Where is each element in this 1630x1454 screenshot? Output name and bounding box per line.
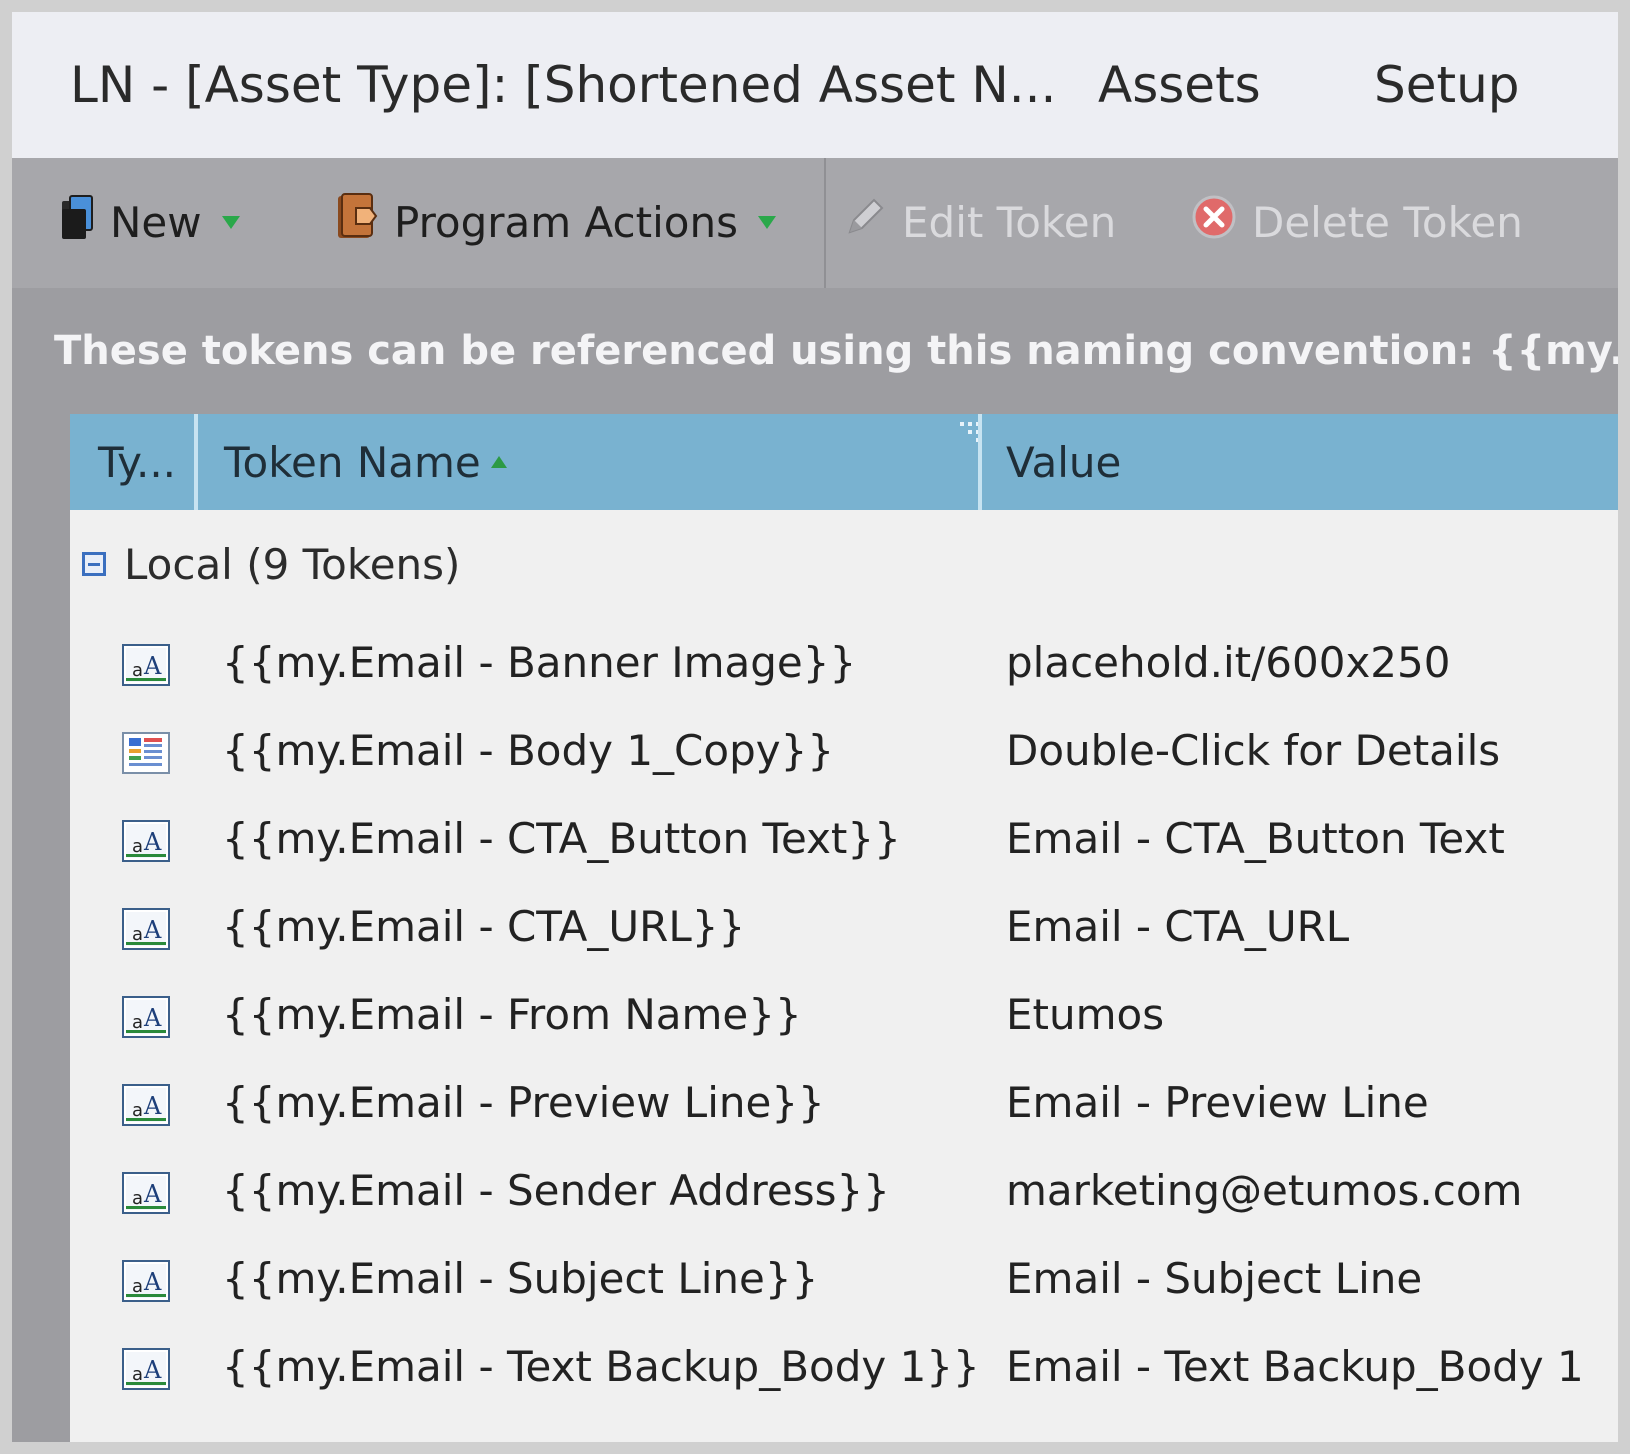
naming-convention-hint: These tokens can be referenced using thi… bbox=[54, 328, 1618, 374]
svg-text:A: A bbox=[143, 652, 162, 680]
token-name-cell: {{my.Email - Banner Image}} bbox=[222, 638, 857, 687]
rich-text-token-icon bbox=[122, 732, 170, 774]
token-name-cell: {{my.Email - Text Backup_Body 1}} bbox=[222, 1342, 980, 1391]
table-row[interactable]: a A {{my.Email - Sender Address}} marketing… bbox=[70, 1154, 1618, 1242]
svg-text:A: A bbox=[143, 1004, 162, 1032]
column-header-type[interactable]: Ty... bbox=[98, 414, 176, 510]
token-value-cell: Double-Click for Details bbox=[1006, 726, 1501, 775]
pencil-icon bbox=[842, 194, 888, 250]
token-grid: Ty... Token Name Value Local (9 Tokens) … bbox=[70, 414, 1618, 1442]
svg-text:a: a bbox=[132, 924, 143, 945]
token-name-cell: {{my.Email - Subject Line}} bbox=[222, 1254, 819, 1303]
token-value-cell: Email - CTA_Button Text bbox=[1006, 814, 1505, 863]
group-row-local[interactable]: Local (9 Tokens) bbox=[70, 524, 460, 604]
token-value-cell: Email - CTA_URL bbox=[1006, 902, 1350, 951]
svg-text:a: a bbox=[132, 1100, 143, 1121]
new-label: New bbox=[110, 197, 202, 247]
chevron-down-icon bbox=[757, 215, 776, 229]
table-row[interactable]: a A {{my.Email - Subject Line}} Email - Sub… bbox=[70, 1242, 1618, 1330]
table-row[interactable]: a A {{my.Email - Preview Line}} Email - Pre… bbox=[70, 1066, 1618, 1154]
table-row[interactable]: {{my.Email - Body 1_Copy}} Double-Click f… bbox=[70, 714, 1618, 802]
svg-text:a: a bbox=[132, 1012, 143, 1033]
token-value-cell: Email - Subject Line bbox=[1006, 1254, 1423, 1303]
token-name-cell: {{my.Email - Preview Line}} bbox=[222, 1078, 825, 1127]
text-token-icon: aA bbox=[122, 1172, 170, 1214]
table-row[interactable]: a A {{my.Email - Text Backup_Body 1}} Email… bbox=[70, 1330, 1618, 1418]
text-token-icon: aA bbox=[122, 1260, 170, 1302]
edit-token-label: Edit Token bbox=[902, 197, 1117, 247]
delete-x-icon bbox=[1190, 193, 1238, 251]
svg-text:A: A bbox=[143, 1092, 162, 1120]
svg-text:A: A bbox=[143, 1268, 162, 1296]
token-value-cell: Email - Text Backup_Body 1 bbox=[1006, 1342, 1584, 1391]
app-window: LN - [Asset Type]: [Shortened Asset N...… bbox=[12, 12, 1618, 1442]
svg-text:a: a bbox=[132, 1364, 143, 1385]
svg-text:A: A bbox=[143, 1180, 162, 1208]
token-value-cell: Email - Preview Line bbox=[1006, 1078, 1429, 1127]
table-row[interactable]: a A {{my.Email - From Name}} Etumos bbox=[70, 978, 1618, 1066]
svg-text:a: a bbox=[132, 836, 143, 857]
svg-text:A: A bbox=[143, 1356, 162, 1384]
text-token-icon: aA bbox=[122, 820, 170, 862]
column-header-value[interactable]: Value bbox=[1006, 414, 1121, 510]
table-row[interactable]: a A {{my.Email - CTA_Button Text}} Email - … bbox=[70, 802, 1618, 890]
delete-token-label: Delete Token bbox=[1252, 197, 1523, 247]
text-token-icon: aA bbox=[122, 1084, 170, 1126]
text-token-icon: aA bbox=[122, 908, 170, 950]
text-token-icon: aA bbox=[122, 1348, 170, 1390]
top-nav: LN - [Asset Type]: [Shortened Asset N...… bbox=[12, 12, 1618, 158]
token-name-cell: {{my.Email - CTA_URL}} bbox=[222, 902, 746, 951]
program-actions-button[interactable]: Program Actions bbox=[334, 192, 776, 252]
token-value-cell: placehold.it/600x250 bbox=[1006, 638, 1451, 687]
text-token-icon: aA bbox=[122, 644, 170, 686]
token-name-cell: {{my.Email - Body 1_Copy}} bbox=[222, 726, 835, 775]
column-divider[interactable] bbox=[978, 414, 982, 510]
token-name-cell: {{my.Email - From Name}} bbox=[222, 990, 802, 1039]
table-row[interactable]: a A {{my.Email - CTA_URL}} Email - CTA_URL bbox=[70, 890, 1618, 978]
svg-text:A: A bbox=[143, 828, 162, 856]
program-title[interactable]: LN - [Asset Type]: [Shortened Asset N... bbox=[70, 56, 1056, 114]
sort-ascending-icon bbox=[490, 456, 507, 468]
text-token-icon: aA bbox=[122, 996, 170, 1038]
chevron-down-icon bbox=[221, 215, 240, 229]
svg-text:a: a bbox=[132, 1276, 143, 1297]
program-actions-icon bbox=[334, 192, 380, 252]
svg-text:a: a bbox=[132, 1188, 143, 1209]
program-actions-label: Program Actions bbox=[394, 197, 738, 247]
delete-token-button[interactable]: Delete Token bbox=[1190, 194, 1523, 250]
new-document-icon bbox=[60, 193, 96, 251]
token-value-cell: Etumos bbox=[1006, 990, 1165, 1039]
svg-text:a: a bbox=[132, 660, 143, 681]
grid-header: Ty... Token Name Value bbox=[70, 414, 1618, 510]
token-value-cell: marketing@etumos.com bbox=[1006, 1166, 1523, 1215]
token-name-cell: {{my.Email - Sender Address}} bbox=[222, 1166, 890, 1215]
nav-setup[interactable]: Setup bbox=[1374, 56, 1520, 114]
collapse-icon[interactable] bbox=[82, 552, 106, 576]
toolbar-divider bbox=[824, 158, 826, 288]
column-divider[interactable] bbox=[194, 414, 198, 510]
edit-token-button[interactable]: Edit Token bbox=[842, 194, 1116, 250]
token-name-header-label: Token Name bbox=[224, 437, 481, 487]
table-row[interactable]: a A {{my.Email - Banner Image}} placehold.i… bbox=[70, 626, 1618, 714]
group-label: Local (9 Tokens) bbox=[124, 539, 461, 589]
nav-assets[interactable]: Assets bbox=[1098, 56, 1261, 114]
column-header-token-name[interactable]: Token Name bbox=[224, 414, 507, 510]
token-name-cell: {{my.Email - CTA_Button Text}} bbox=[222, 814, 901, 863]
new-button[interactable]: New bbox=[60, 194, 240, 250]
svg-text:A: A bbox=[143, 916, 162, 944]
toolbar: New Program Actions Edit Token Delete To… bbox=[12, 158, 1618, 288]
